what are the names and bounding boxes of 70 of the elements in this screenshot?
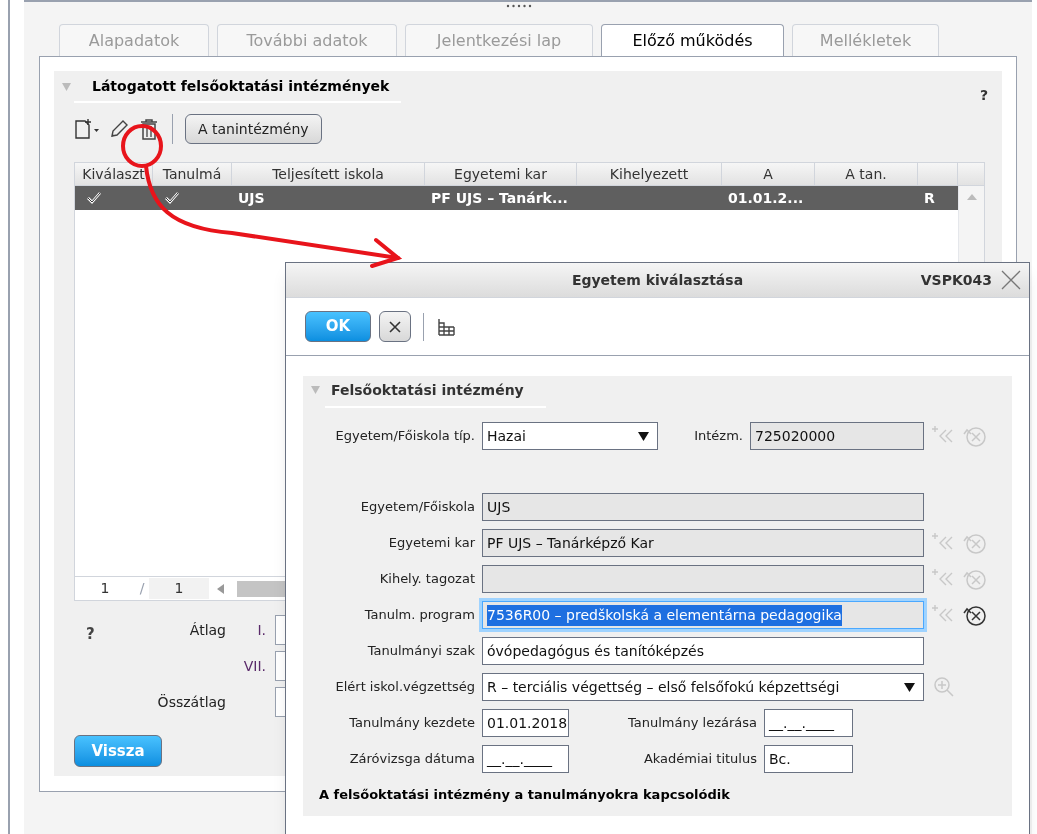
input-field[interactable]: 01.01.2018 bbox=[482, 709, 569, 737]
field-label: VII. bbox=[243, 657, 266, 674]
input-field[interactable]: 7536R00 – predškolská a elementárna pedagogika bbox=[482, 601, 924, 629]
table-cell-text: R bbox=[924, 188, 935, 208]
table-row[interactable]: UJS PF UJS – Tanárk... 01.01.2... R bbox=[75, 186, 958, 210]
column-header[interactable]: Tanulmá bbox=[153, 163, 232, 185]
column-header[interactable]: Kihelyezett bbox=[577, 163, 722, 185]
column-header[interactable]: A bbox=[722, 163, 815, 185]
field-label: Elért iskol.végzettség bbox=[335, 679, 475, 695]
annotation-circle bbox=[121, 124, 163, 168]
dropdown[interactable]: Hazai bbox=[482, 422, 658, 450]
input-field[interactable]: Bc. bbox=[764, 745, 853, 773]
dialog-code: VSPK043 bbox=[920, 270, 992, 290]
help-icon[interactable]: ? bbox=[86, 623, 95, 646]
field-label: Tanulmányi szak bbox=[367, 643, 475, 659]
field-label: Összátlag bbox=[157, 693, 226, 710]
table-cell-text: PF UJS – Tanárk... bbox=[431, 188, 568, 208]
collapse-icon[interactable] bbox=[311, 386, 320, 394]
close-icon bbox=[389, 320, 401, 333]
dropdown[interactable]: R – terciális végettség – első felsőfokú képzettségi bbox=[482, 673, 924, 701]
table-cell-text: 01.01.2... bbox=[728, 188, 804, 208]
toolbar-button[interactable]: A tanintézmény bbox=[185, 114, 322, 144]
dropdown-arrow-icon bbox=[904, 682, 915, 692]
checkmark-icon[interactable] bbox=[165, 192, 179, 204]
input-field[interactable]: óvópedagógus és tanítóképzés bbox=[482, 637, 924, 665]
column-header[interactable]: Kiválaszt bbox=[75, 163, 153, 185]
edit-icon[interactable] bbox=[108, 118, 130, 140]
trash-icon[interactable] bbox=[138, 117, 160, 141]
grid-icon[interactable] bbox=[436, 316, 456, 337]
input-field[interactable]: __.__.____ bbox=[482, 745, 569, 773]
field-label: Egyetemi kar bbox=[388, 535, 475, 551]
section-title: Felsőoktatási intézmény bbox=[325, 380, 546, 408]
grip-icon[interactable] bbox=[506, 4, 532, 8]
collapse-icon[interactable] bbox=[62, 83, 71, 91]
scroll-left-icon[interactable] bbox=[217, 583, 225, 594]
page-separator: / bbox=[138, 579, 146, 598]
page-number: 1 bbox=[99, 579, 111, 598]
note-text: A felsőoktatási intézmény a tanulmányokra kapcsolódik bbox=[319, 786, 731, 804]
field-label: Záróvizsga dátuma bbox=[349, 751, 475, 767]
table-cell-text: UJS bbox=[238, 188, 265, 208]
cancel-button[interactable] bbox=[379, 311, 411, 342]
input-field[interactable]: PF UJS – Tanárképző Kar bbox=[482, 529, 924, 557]
field-label: Tanulmány kezdete bbox=[349, 715, 475, 731]
tab[interactable]: Előző működés bbox=[601, 24, 784, 56]
column-header[interactable]: Teljesített iskola bbox=[232, 163, 425, 185]
field-label: Akadémiai titulus bbox=[643, 751, 757, 767]
field-label: Intézm. bbox=[694, 428, 743, 444]
field-label: I. bbox=[257, 621, 266, 638]
input-field[interactable] bbox=[482, 565, 924, 593]
field-label: Kihely. tagozat bbox=[379, 571, 475, 587]
checkmark-icon[interactable] bbox=[87, 192, 101, 204]
input-field[interactable]: 725020000 bbox=[750, 422, 924, 450]
field-label: Egyetem/Főiskola típ. bbox=[335, 428, 475, 444]
page-total: 1 bbox=[149, 578, 209, 599]
new-document-icon[interactable] bbox=[74, 118, 100, 140]
field-label: Átlag bbox=[189, 621, 226, 638]
section-title: Látogatott felsőoktatási intézmények bbox=[74, 75, 402, 103]
column-header[interactable]: Egyetemi kar bbox=[425, 163, 577, 185]
input-field[interactable]: __.__.____ bbox=[764, 709, 853, 737]
column-header[interactable]: A tan. bbox=[815, 163, 918, 185]
dialog-title: Egyetem kiválasztása bbox=[571, 270, 744, 290]
field-label: Egyetem/Főiskola bbox=[360, 499, 475, 515]
input-field[interactable]: UJS bbox=[482, 493, 924, 521]
dropdown-arrow-icon bbox=[638, 431, 649, 441]
field-label: Tanulm. program bbox=[364, 607, 475, 623]
field-label: Tanulmány lezárása bbox=[628, 715, 757, 731]
close-icon[interactable] bbox=[1001, 270, 1021, 290]
help-icon[interactable]: ? bbox=[979, 85, 988, 106]
clear-icon[interactable] bbox=[962, 603, 988, 627]
scroll-up-icon[interactable] bbox=[966, 194, 977, 200]
